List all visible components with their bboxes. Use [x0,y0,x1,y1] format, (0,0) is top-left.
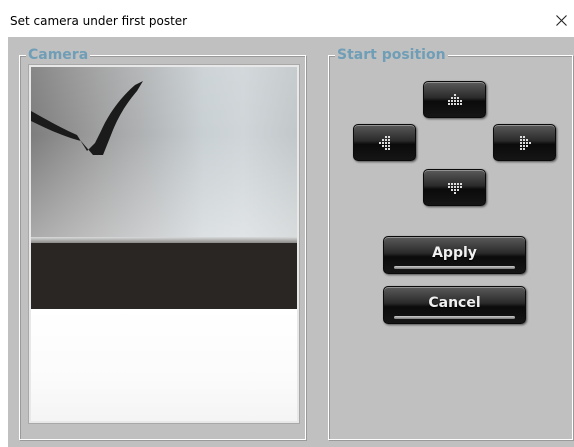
cancel-button-label: Cancel [428,295,481,311]
move-down-button[interactable] [423,169,486,206]
dialog-body: Camera Start position Apply Cancel [8,37,574,447]
apply-button[interactable]: Apply [383,236,526,274]
cancel-button[interactable]: Cancel [383,286,526,324]
arrow-right-icon [519,135,531,150]
camera-image-lower [31,309,297,421]
title-bar: Set camera under first poster [0,0,574,36]
close-button[interactable] [548,10,574,34]
dialog-window: Set camera under first poster Camera Sta… [0,0,574,447]
window-title: Set camera under first poster [10,14,188,28]
camera-group-legend: Camera [26,47,91,63]
move-up-button[interactable] [423,81,486,118]
move-left-button[interactable] [353,124,416,161]
arrow-up-icon [447,93,462,105]
close-icon [556,15,567,26]
arrow-down-icon [447,182,462,194]
start-position-legend: Start position [335,47,448,63]
move-right-button[interactable] [493,124,556,161]
camera-preview [29,65,299,423]
start-position-group: Start position Apply Cancel [328,47,573,440]
arrow-left-icon [378,135,390,150]
camera-group: Camera [19,47,306,440]
camera-image-mark [31,81,143,155]
apply-button-label: Apply [432,245,477,261]
camera-image-bar [31,243,297,309]
